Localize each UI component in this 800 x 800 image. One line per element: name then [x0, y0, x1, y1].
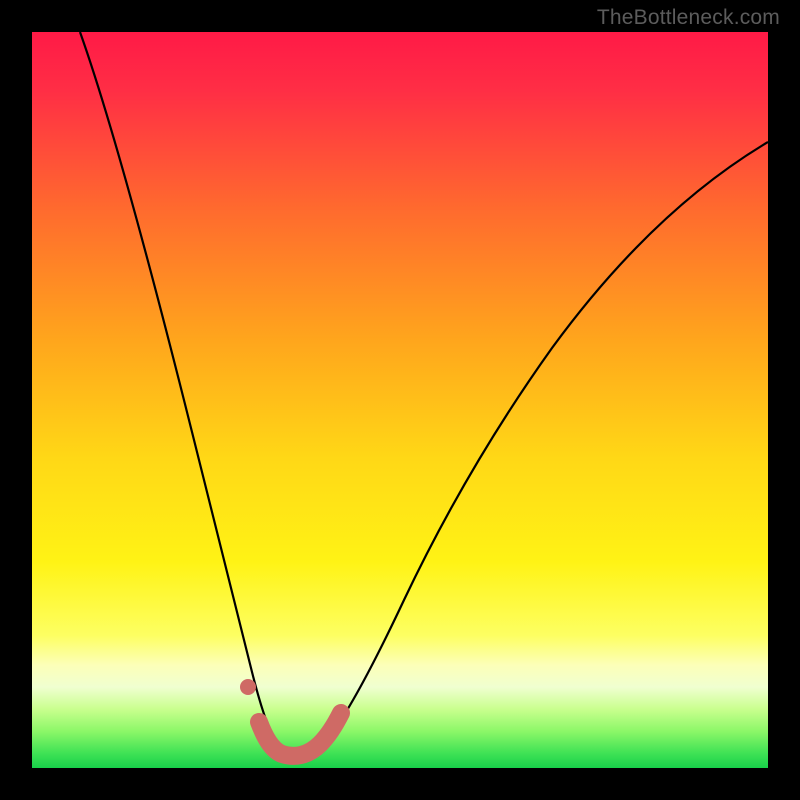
gradient-background: [32, 32, 768, 768]
marker-dot-left: [240, 679, 256, 695]
chart-frame: TheBottleneck.com: [0, 0, 800, 800]
watermark-text: TheBottleneck.com: [597, 6, 780, 30]
plot-area: [32, 32, 768, 768]
chart-svg: [32, 32, 768, 768]
